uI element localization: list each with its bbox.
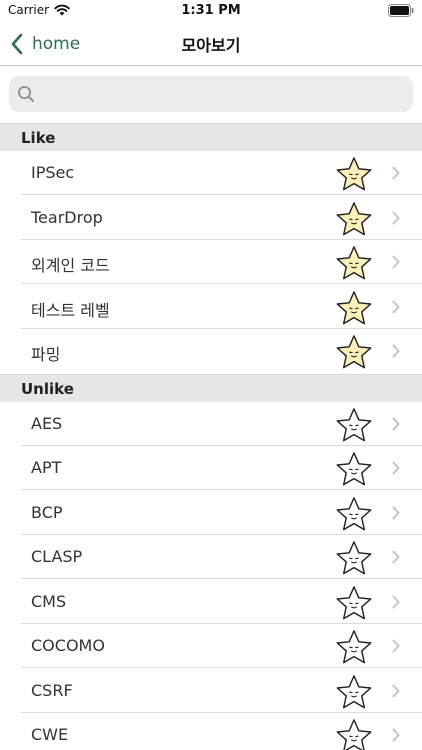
navigation-bar: home 모아보기 (0, 22, 422, 66)
status-bar: Carrier 1:31 PM (0, 0, 422, 22)
list-item-label: APT (31, 458, 62, 477)
list-item[interactable]: IPSec (0, 151, 422, 195)
star-unliked-icon[interactable] (335, 584, 373, 622)
star-unliked-icon[interactable] (335, 539, 373, 577)
star-liked-icon[interactable] (335, 289, 373, 327)
chevron-right-icon (392, 300, 400, 313)
list-item[interactable]: 테스트 레벨 (0, 285, 422, 329)
section-header-like: Like (0, 123, 422, 151)
chevron-right-icon (392, 344, 400, 358)
chevron-right-icon (392, 255, 400, 269)
list-item-label: 외계인 코드 (31, 256, 110, 275)
status-time: 1:31 PM (181, 3, 241, 18)
star-unliked-icon[interactable] (335, 495, 373, 533)
chevron-right-icon (392, 595, 400, 608)
star-liked-icon[interactable] (335, 244, 373, 282)
list-item[interactable]: APT (0, 446, 422, 490)
section-title: Like (21, 129, 56, 147)
list-item[interactable]: CLASP (0, 535, 422, 579)
star-liked-icon[interactable] (335, 155, 373, 193)
search-bar[interactable] (9, 76, 413, 112)
list-item-label: CLASP (31, 547, 83, 566)
list-item[interactable]: CMS (0, 580, 422, 624)
list-item-label: CMS (31, 591, 67, 611)
list-item-label: BCP (31, 502, 63, 522)
battery-icon (388, 4, 414, 17)
list-item[interactable]: TearDrop (0, 196, 422, 240)
list-item[interactable]: CSRF (0, 669, 422, 713)
list-item[interactable]: CWE (0, 713, 422, 750)
chevron-right-icon (392, 166, 400, 180)
search-input[interactable] (41, 76, 405, 112)
list-item-label: IPSec (31, 163, 75, 182)
chevron-right-icon (392, 550, 400, 564)
chevron-right-icon (392, 211, 400, 224)
chevron-right-icon (392, 684, 400, 697)
list-item-label: 파밍 (31, 345, 61, 364)
page-title: 모아보기 (181, 36, 241, 55)
list-item[interactable]: 외계인 코드 (0, 240, 422, 284)
section-title: Unlike (21, 379, 74, 398)
star-unliked-icon[interactable] (335, 406, 373, 444)
star-liked-icon[interactable] (335, 200, 373, 238)
section-header-unlike: Unlike (0, 373, 422, 402)
chevron-right-icon (392, 728, 400, 742)
list-item-label: COCOMO (31, 636, 105, 655)
list-item-label: 테스트 레벨 (31, 300, 110, 320)
chevron-right-icon (392, 461, 400, 475)
list-item-label: AES (31, 413, 63, 433)
chevron-right-icon (392, 417, 400, 430)
list-item[interactable]: 파밍 (0, 329, 422, 373)
list-item-label: CSRF (31, 680, 73, 700)
star-unliked-icon[interactable] (335, 450, 373, 488)
chevron-right-icon (392, 506, 400, 519)
list-item-label: CWE (31, 725, 69, 744)
list-item[interactable]: BCP (0, 491, 422, 535)
list-item[interactable]: COCOMO (0, 624, 422, 668)
search-icon (18, 86, 34, 102)
star-unliked-icon[interactable] (335, 717, 373, 750)
star-unliked-icon[interactable] (335, 673, 373, 711)
star-unliked-icon[interactable] (335, 628, 373, 666)
star-liked-icon[interactable] (335, 333, 373, 371)
list-item-label: TearDrop (31, 207, 103, 227)
chevron-right-icon (392, 639, 400, 653)
list-item[interactable]: AES (0, 402, 422, 446)
